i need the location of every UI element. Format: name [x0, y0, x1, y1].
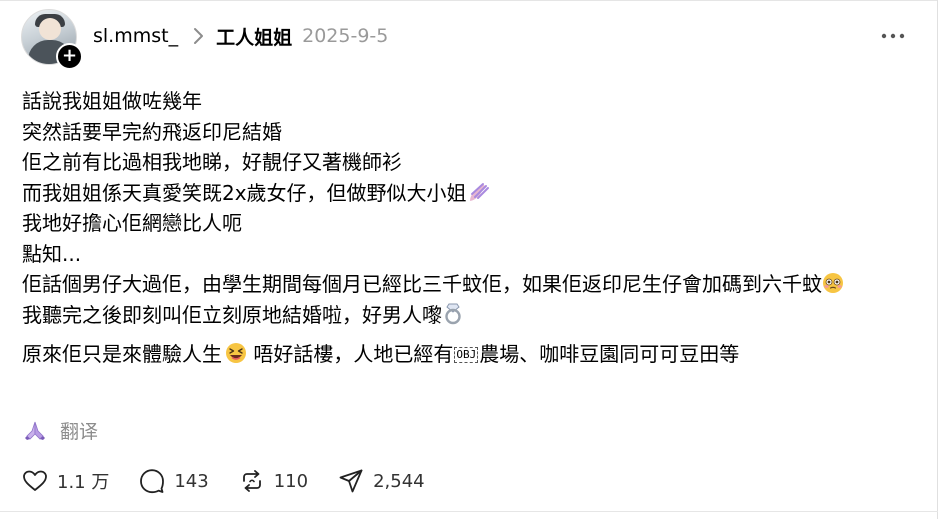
channel-name[interactable]: 工人姐姐 [216, 23, 292, 50]
bottom-divider [0, 511, 938, 512]
like-count: 1.1 万 [57, 472, 110, 493]
post-date[interactable]: 2025-9-5 [302, 25, 388, 47]
translate-label[interactable]: 翻译 [60, 417, 98, 444]
follow-plus-icon[interactable]: + [56, 43, 83, 70]
post-line: 話說我姐姐做咗幾年 [22, 89, 202, 113]
top-divider [0, 0, 938, 1]
flushed-face-icon [823, 273, 843, 293]
share-count: 2,544 [373, 470, 425, 492]
ring-icon [445, 303, 461, 324]
post-line-text: 唔好話樓，人地已經有 [247, 342, 454, 366]
avatar[interactable]: + [21, 9, 83, 70]
post-line-text: 我聽完之後即刻叫佢立刻原地結婚啦，好男人嚟 [22, 302, 442, 327]
comment-button[interactable]: 143 [139, 468, 209, 494]
nail-polish-icon [469, 182, 489, 201]
object-replacement-glyph: OBJ [454, 347, 479, 363]
chevron-right-icon [194, 28, 204, 44]
comment-icon [140, 469, 165, 494]
post-line: 佢之前有比過相我地睇，好靚仔又著機師衫 [22, 150, 402, 174]
post-line: 佢話個男仔大過佢，由學生期間每個月已經比三千蚊佢，如果佢返印尼生仔會加碼到六千蚊 [22, 269, 912, 300]
post-line: 原來佢只是來體驗人生 唔好話樓，人地已經有 OBJ 農場、咖啡豆園同可可豆田等 [22, 339, 912, 370]
post-header: sl.mmst_ 工人姐姐 2025-9-5 [93, 22, 388, 50]
action-bar: 1.1 万 143 110 2,544 [22, 467, 455, 495]
post-line-text: 佢話個男仔大過佢，由學生期間每個月已經比三千蚊佢，如果佢返印尼生仔會加碼到六千蚊 [22, 272, 822, 296]
comment-count: 143 [174, 470, 209, 492]
send-icon [339, 469, 363, 493]
share-button[interactable]: 2,544 [338, 468, 425, 494]
translate-button[interactable]: 翻译 [24, 417, 98, 443]
post-body: 話說我姐姐做咗幾年 突然話要早完約飛返印尼結婚 佢之前有比過相我地睇，好靚仔又著… [22, 86, 912, 370]
grinning-squinting-face-icon [226, 343, 246, 363]
post-line: 我聽完之後即刻叫佢立刻原地結婚啦，好男人嚟 [22, 300, 912, 331]
post-line-text: 農場、咖啡豆園同可可豆田等 [479, 342, 740, 366]
repost-count: 110 [273, 470, 309, 492]
post-line: 突然話要早完約飛返印尼結婚 [22, 119, 282, 144]
praying-hands-icon [25, 421, 45, 440]
post-line: 我地好擔心佢網戀比人呃 [22, 211, 242, 235]
post-line-text: 原來佢只是來體驗人生 [22, 342, 222, 366]
more-options-icon[interactable] [880, 29, 906, 43]
post-line: 點知... [22, 241, 82, 266]
post-line: 而我姐姐係天真愛笑既2x歲女仔，但做野似大小姐 [22, 178, 912, 209]
repost-icon [242, 470, 261, 492]
username[interactable]: sl.mmst_ [93, 25, 178, 47]
right-divider [937, 0, 938, 519]
heart-icon [23, 470, 47, 491]
repost-button[interactable]: 110 [239, 468, 308, 494]
like-button[interactable]: 1.1 万 [22, 468, 109, 494]
post-line-text: 而我姐姐係天真愛笑既2x歲女仔，但做野似大小姐 [22, 180, 467, 205]
